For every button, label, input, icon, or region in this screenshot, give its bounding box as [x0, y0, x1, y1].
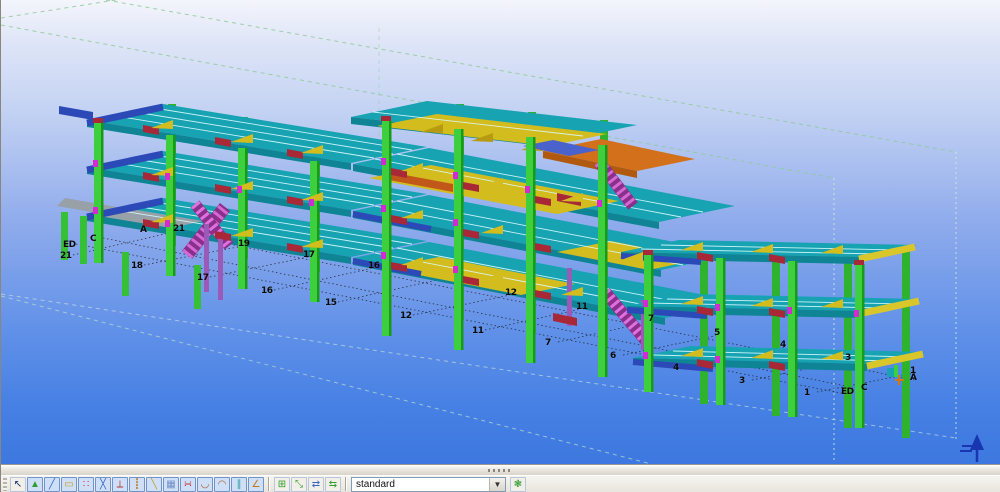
model-viewport[interactable]: EDEDCCAA21211819171716161512121111776544… — [1, 0, 1000, 464]
chevron-down-icon[interactable]: ▼ — [489, 478, 505, 491]
toolbar-separator — [268, 477, 270, 491]
ortho-snap-icon[interactable]: ⊞ — [274, 477, 290, 492]
snap-points-icon[interactable]: ▲ — [27, 477, 43, 492]
phase-standard-combobox[interactable]: standard ▼ — [351, 477, 506, 492]
relative-coordinates-icon[interactable]: ⤡ — [291, 477, 307, 492]
snap-line-extension-icon[interactable]: ┋ — [129, 477, 145, 492]
grid-label: 5 — [714, 329, 720, 338]
snap-settings-icon[interactable]: ❃ — [510, 477, 526, 492]
tekla-model-window: EDEDCCAA21211819171716161512121111776544… — [0, 0, 1000, 492]
corner-detail — [887, 365, 904, 385]
grid-label: 4 — [780, 341, 786, 350]
combobox-value: standard — [356, 479, 489, 490]
grid-label: A — [140, 226, 146, 235]
grid-label: 17 — [303, 251, 315, 260]
grid-label: 1 — [910, 367, 916, 376]
grid-label: 18 — [131, 262, 143, 271]
structural-model — [57, 101, 925, 438]
grid-label: 17 — [197, 274, 209, 283]
grid-label: 7 — [545, 339, 551, 348]
grid-label: 3 — [845, 354, 851, 363]
grid-label: 15 — [325, 299, 337, 308]
toolbar-drag-handle[interactable] — [3, 478, 7, 491]
grid-label: 7 — [648, 315, 654, 324]
snap-parallel-icon[interactable]: ∥ — [231, 477, 247, 492]
snap-grid-points-icon[interactable]: ∷ — [78, 477, 94, 492]
grid-label: 3 — [739, 377, 745, 386]
grid-label: 12 — [400, 312, 412, 321]
grid-label: 11 — [576, 303, 588, 312]
snap-toolbar: ↖▲╱▭∷╳⟂┋╲▦∺◡◠∥∠ ⊞⤡⇄⇆ standard ▼ ❃ — [1, 475, 1000, 492]
snap-free-points-icon[interactable]: ╲ — [146, 477, 162, 492]
grid-label: 16 — [261, 287, 273, 296]
snap-reference-lines-icon[interactable]: ▭ — [61, 477, 77, 492]
grid-label: 1 — [804, 389, 810, 398]
splitter-grip-icon[interactable] — [488, 469, 510, 472]
snap-end-points-icon[interactable]: ∺ — [180, 477, 196, 492]
snap-tangent-points-icon[interactable]: ◠ — [214, 477, 230, 492]
snap-center-points-icon[interactable]: ◡ — [197, 477, 213, 492]
origin-symbol-icon — [960, 434, 984, 462]
grid-label: 19 — [238, 240, 250, 249]
grid-label: ED — [63, 241, 76, 250]
snap-intersections-icon[interactable]: ╳ — [95, 477, 111, 492]
horizontal-splitter[interactable] — [1, 464, 1000, 475]
lock-y-coordinate-icon[interactable]: ⇆ — [325, 477, 341, 492]
snap-perpendicular-icon[interactable]: ⟂ — [112, 477, 128, 492]
snap-lines-icon[interactable]: ╱ — [44, 477, 60, 492]
grid-label: 21 — [60, 252, 72, 261]
lock-x-coordinate-icon[interactable]: ⇄ — [308, 477, 324, 492]
grid-label: 6 — [610, 352, 616, 361]
grid-label: ED — [841, 388, 854, 397]
snap-angle-icon[interactable]: ∠ — [248, 477, 264, 492]
snap-icon-strip: ↖▲╱▭∷╳⟂┋╲▦∺◡◠∥∠ ⊞⤡⇄⇆ — [10, 477, 341, 492]
grid-label: 4 — [673, 364, 679, 373]
grid-label: 21 — [173, 225, 185, 234]
grid-label: 12 — [505, 289, 517, 298]
grid-label: 16 — [368, 262, 380, 271]
toolbar-separator — [345, 477, 347, 491]
grid-label: C — [861, 384, 867, 393]
grid-label: C — [90, 235, 96, 244]
select-cursor-icon[interactable]: ↖ — [10, 477, 26, 492]
grid-label: 11 — [472, 327, 484, 336]
snap-any-position-icon[interactable]: ▦ — [163, 477, 179, 492]
